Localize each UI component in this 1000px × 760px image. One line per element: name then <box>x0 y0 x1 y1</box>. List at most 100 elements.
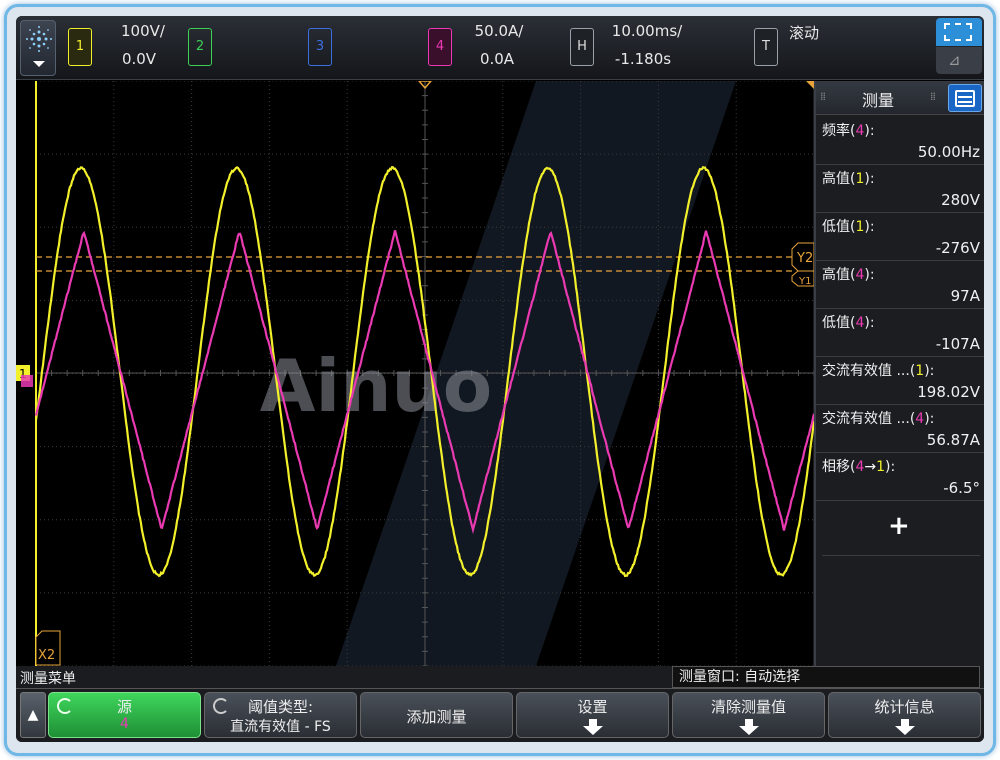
clear-measurements-softkey[interactable]: 清除测量值 <box>672 692 825 738</box>
arrow-up-icon: ▲ <box>28 707 39 723</box>
horizontal-scale: 10.00ms/ <box>604 22 690 40</box>
measurement-name: 低值 <box>822 315 850 331</box>
trigger-level-marker <box>806 81 814 89</box>
measurement-name: 相移 <box>822 459 850 475</box>
channel-1-label: 1 <box>76 39 84 54</box>
channel-1-scale: 100V/ <box>108 22 178 40</box>
zoom-button[interactable]: ⊿ <box>936 18 982 74</box>
oscilloscope-screen: 1 100V/ 0.0V 2 3 4 50.0A/ 0.0A H 10.00ms… <box>16 16 984 742</box>
touch-icon: ⊿ <box>936 47 982 74</box>
menu-title: 测量菜单 <box>20 668 76 688</box>
settings-softkey[interactable]: 设置 <box>516 692 669 738</box>
channel-1-offset: 0.0V <box>104 50 174 68</box>
list-view-icon[interactable] <box>948 84 982 112</box>
channel-2-button[interactable]: 2 <box>188 28 212 66</box>
measurement-value: 50.00Hz <box>918 143 980 161</box>
divider <box>16 688 984 689</box>
source-value: 4 <box>49 716 200 732</box>
measurement-label: 频率(4): <box>822 120 875 140</box>
watermark-text: Ainuo <box>260 344 492 428</box>
channel-4-scale: 50.0A/ <box>464 22 534 40</box>
channel-1-button[interactable]: 1 <box>68 28 92 66</box>
arrow-down-icon <box>581 719 605 735</box>
measurement-name: 交流有效值 ... <box>822 363 910 379</box>
statistics-softkey[interactable]: 统计信息 <box>828 692 981 738</box>
measurement-name: 交流有效值 ... <box>822 411 910 427</box>
arrow-down-icon <box>893 719 917 735</box>
measurement-value: -6.5° <box>943 479 980 497</box>
statistics-label: 统计信息 <box>829 696 980 717</box>
cursor-y1-label: Y1 <box>798 276 811 287</box>
measurement-label: 交流有效值 ...(1): <box>822 360 934 380</box>
measurement-value: 56.87A <box>927 431 980 449</box>
channel-4-ground-marker[interactable] <box>21 375 33 387</box>
measurement-panel-title: 测量 <box>862 87 894 111</box>
measurement-label: 低值(1): <box>822 216 875 236</box>
zoom-box-icon <box>936 18 982 46</box>
channel-4-offset: 0.0A <box>462 50 532 68</box>
drag-grip-icon[interactable]: ⁞⁞ <box>820 90 825 103</box>
add-measurement-icon[interactable]: + <box>888 511 910 541</box>
measurement-value: 280V <box>941 191 980 209</box>
measurement-name: 低值 <box>822 219 850 235</box>
drag-grip-icon[interactable]: ⁞⁞ <box>930 90 935 103</box>
measurement-item[interactable]: 低值(1): -276V <box>816 213 984 261</box>
cursor-x2-label: X2 <box>38 648 55 663</box>
main-menu-button[interactable] <box>20 20 56 76</box>
measurement-value: -107A <box>936 335 980 353</box>
add-measure-label: 添加测量 <box>361 706 512 727</box>
measurement-item[interactable]: 交流有效值 ...(1): 198.02V <box>816 357 984 405</box>
measurement-label: 低值(4): <box>822 312 875 332</box>
measurement-item[interactable]: 高值(1): 280V <box>816 165 984 213</box>
measurement-source: 4 <box>855 315 864 331</box>
measurement-source: 1 <box>855 171 864 187</box>
measurement-panel-header: ⁞⁞ 测量 ⁞⁞ <box>816 81 984 115</box>
threshold-type-label: 阈值类型: <box>205 696 356 717</box>
clear-measurements-label: 清除测量值 <box>673 696 824 717</box>
measurement-source: 1 <box>915 363 924 379</box>
add-measure-softkey[interactable]: 添加测量 <box>360 692 513 738</box>
divider <box>822 555 980 556</box>
measurement-source: 1 <box>855 219 864 235</box>
trigger-button[interactable]: T <box>754 28 778 66</box>
channel-2-label: 2 <box>196 39 204 54</box>
horizontal-button[interactable]: H <box>570 28 594 66</box>
measurement-label: 相移(4→1): <box>822 456 895 476</box>
channel-3-button[interactable]: 3 <box>308 28 332 66</box>
measurement-label: 高值(4): <box>822 264 875 284</box>
measurement-label: 高值(1): <box>822 168 875 188</box>
settings-label: 设置 <box>517 696 668 717</box>
measurement-name: 频率 <box>822 123 850 139</box>
waveform-display[interactable]: Ainuo 1 Y2 Y1 X2 <box>16 81 814 666</box>
measurement-item[interactable]: 低值(4): -107A <box>816 309 984 357</box>
measurement-source: 4 <box>915 411 924 427</box>
source-softkey[interactable]: 源 4 <box>48 692 201 738</box>
horizontal-label: H <box>577 39 587 54</box>
threshold-type-value: 直流有效值 - FS <box>205 716 356 736</box>
channel-4-label: 4 <box>436 39 444 54</box>
source-label: 源 <box>49 696 200 717</box>
measurement-source: 4 <box>855 123 864 139</box>
arrow-down-icon <box>737 719 761 735</box>
horizontal-delay: -1.180s <box>600 50 686 68</box>
measurement-panel: ⁞⁞ 测量 ⁞⁞ 频率(4): 50.00Hz 高值(1): 280V 低值(1): -2… <box>814 81 984 666</box>
top-status-bar: 1 100V/ 0.0V 2 3 4 50.0A/ 0.0A H 10.00ms… <box>16 16 984 80</box>
measurement-value: 198.02V <box>917 383 980 401</box>
back-button[interactable]: ▲ <box>20 692 46 738</box>
measurement-label: 交流有效值 ...(4): <box>822 408 934 428</box>
trigger-mode: 滚动 <box>782 22 826 43</box>
softkey-bar: 测量菜单 测量窗口: 自动选择 ▲ 源 4 阈值类型: 直流有效值 - FS 添… <box>16 666 984 742</box>
threshold-type-softkey[interactable]: 阈值类型: 直流有效值 - FS <box>204 692 357 738</box>
measurement-source: 4 <box>855 267 864 283</box>
measurement-item[interactable]: 频率(4): 50.00Hz <box>816 117 984 165</box>
measurement-value: 97A <box>951 287 980 305</box>
measurement-item[interactable]: 交流有效值 ...(4): 56.87A <box>816 405 984 453</box>
measurement-name: 高值 <box>822 267 850 283</box>
chevron-down-icon <box>33 61 45 67</box>
measurement-window-title: 测量窗口: 自动选择 <box>672 666 980 688</box>
measurement-item[interactable]: 高值(4): 97A <box>816 261 984 309</box>
measurement-item[interactable]: 相移(4→1): -6.5° <box>816 453 984 501</box>
measurement-name: 高值 <box>822 171 850 187</box>
trigger-label: T <box>762 39 770 54</box>
channel-4-button[interactable]: 4 <box>428 28 452 66</box>
